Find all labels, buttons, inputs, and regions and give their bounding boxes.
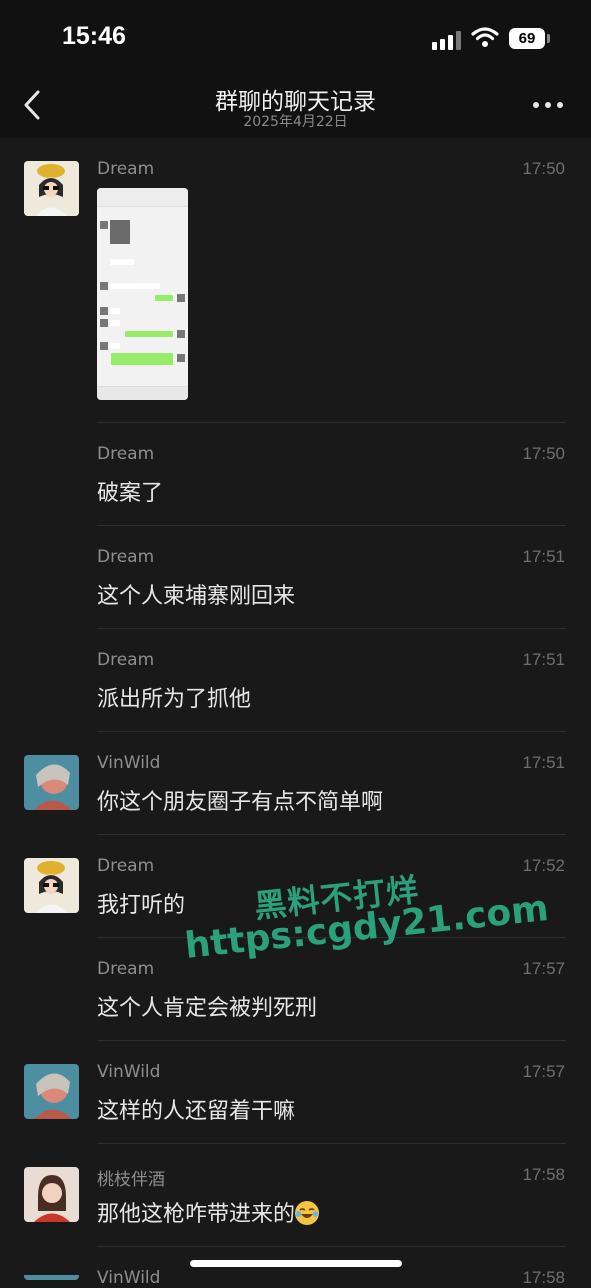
avatar-vinwild[interactable] <box>24 1064 79 1119</box>
message-time: 17:51 <box>522 753 565 772</box>
page-date: 2025年4月22日 <box>243 114 348 130</box>
message-time: 17:51 <box>522 547 565 566</box>
divider <box>97 525 566 526</box>
avatar-dream[interactable] <box>24 858 79 913</box>
nav-bar: 群聊的聊天记录 2025年4月22日 <box>0 78 591 138</box>
avatar-dream[interactable] <box>24 161 79 216</box>
message-text: 我打听的 <box>97 893 186 918</box>
message-time: 17:58 <box>522 1165 565 1184</box>
cellular-signal-icon <box>432 30 462 50</box>
chat-screenshot-image[interactable] <box>97 188 188 400</box>
message-time: 17:57 <box>522 1062 565 1081</box>
more-dots-icon[interactable] <box>533 100 563 110</box>
avatar-taozhibanjiu[interactable] <box>24 1167 79 1222</box>
sender-name: VinWild <box>97 1062 161 1082</box>
wifi-icon <box>471 27 499 47</box>
message-time: 17:58 <box>522 1268 565 1287</box>
home-indicator[interactable] <box>190 1260 402 1267</box>
divider <box>97 1143 566 1144</box>
battery-icon: 69 <box>509 28 545 49</box>
sender-name: 桃枝伴酒 <box>97 1170 165 1190</box>
status-time: 15:46 <box>62 22 126 50</box>
sender-name: Dream <box>97 959 155 979</box>
message-time: 17:52 <box>522 856 565 875</box>
avatar-vinwild[interactable] <box>24 755 79 810</box>
divider <box>97 731 566 732</box>
message-time: 17:57 <box>522 959 565 978</box>
sender-name: Dream <box>97 547 155 567</box>
message-text-content: 那他这枪咋带进来的 <box>97 1202 296 1227</box>
battery-tip <box>547 34 550 43</box>
sender-name: Dream <box>97 444 155 464</box>
message-text: 派出所为了抓他 <box>97 687 252 712</box>
avatar-vinwild[interactable] <box>24 1270 79 1280</box>
divider <box>97 628 566 629</box>
divider <box>97 422 566 423</box>
message-text: 你这个朋友圈子有点不简单啊 <box>97 790 384 815</box>
message-text: 破案了 <box>97 481 164 506</box>
message-text: 这样的人还留着干嘛 <box>97 1099 296 1124</box>
sender-name: Dream <box>97 856 155 876</box>
sender-name: VinWild <box>97 1268 161 1288</box>
message-time: 17:51 <box>522 650 565 669</box>
message-text: 这个人肯定会被判死刑 <box>97 996 318 1021</box>
sender-name: Dream <box>97 159 155 179</box>
divider <box>97 1040 566 1041</box>
sender-name: Dream <box>97 650 155 670</box>
divider <box>97 834 566 835</box>
message-time: 17:50 <box>522 159 565 178</box>
divider <box>97 1246 566 1247</box>
sender-name: VinWild <box>97 753 161 773</box>
status-bar: 15:46 69 <box>0 0 591 78</box>
message-text: 那他这枪咋带进来的 <box>97 1196 320 1228</box>
face-with-tears-of-joy-icon <box>295 1201 320 1225</box>
message-text: 这个人柬埔寨刚回来 <box>97 584 296 609</box>
message-time: 17:50 <box>522 444 565 463</box>
